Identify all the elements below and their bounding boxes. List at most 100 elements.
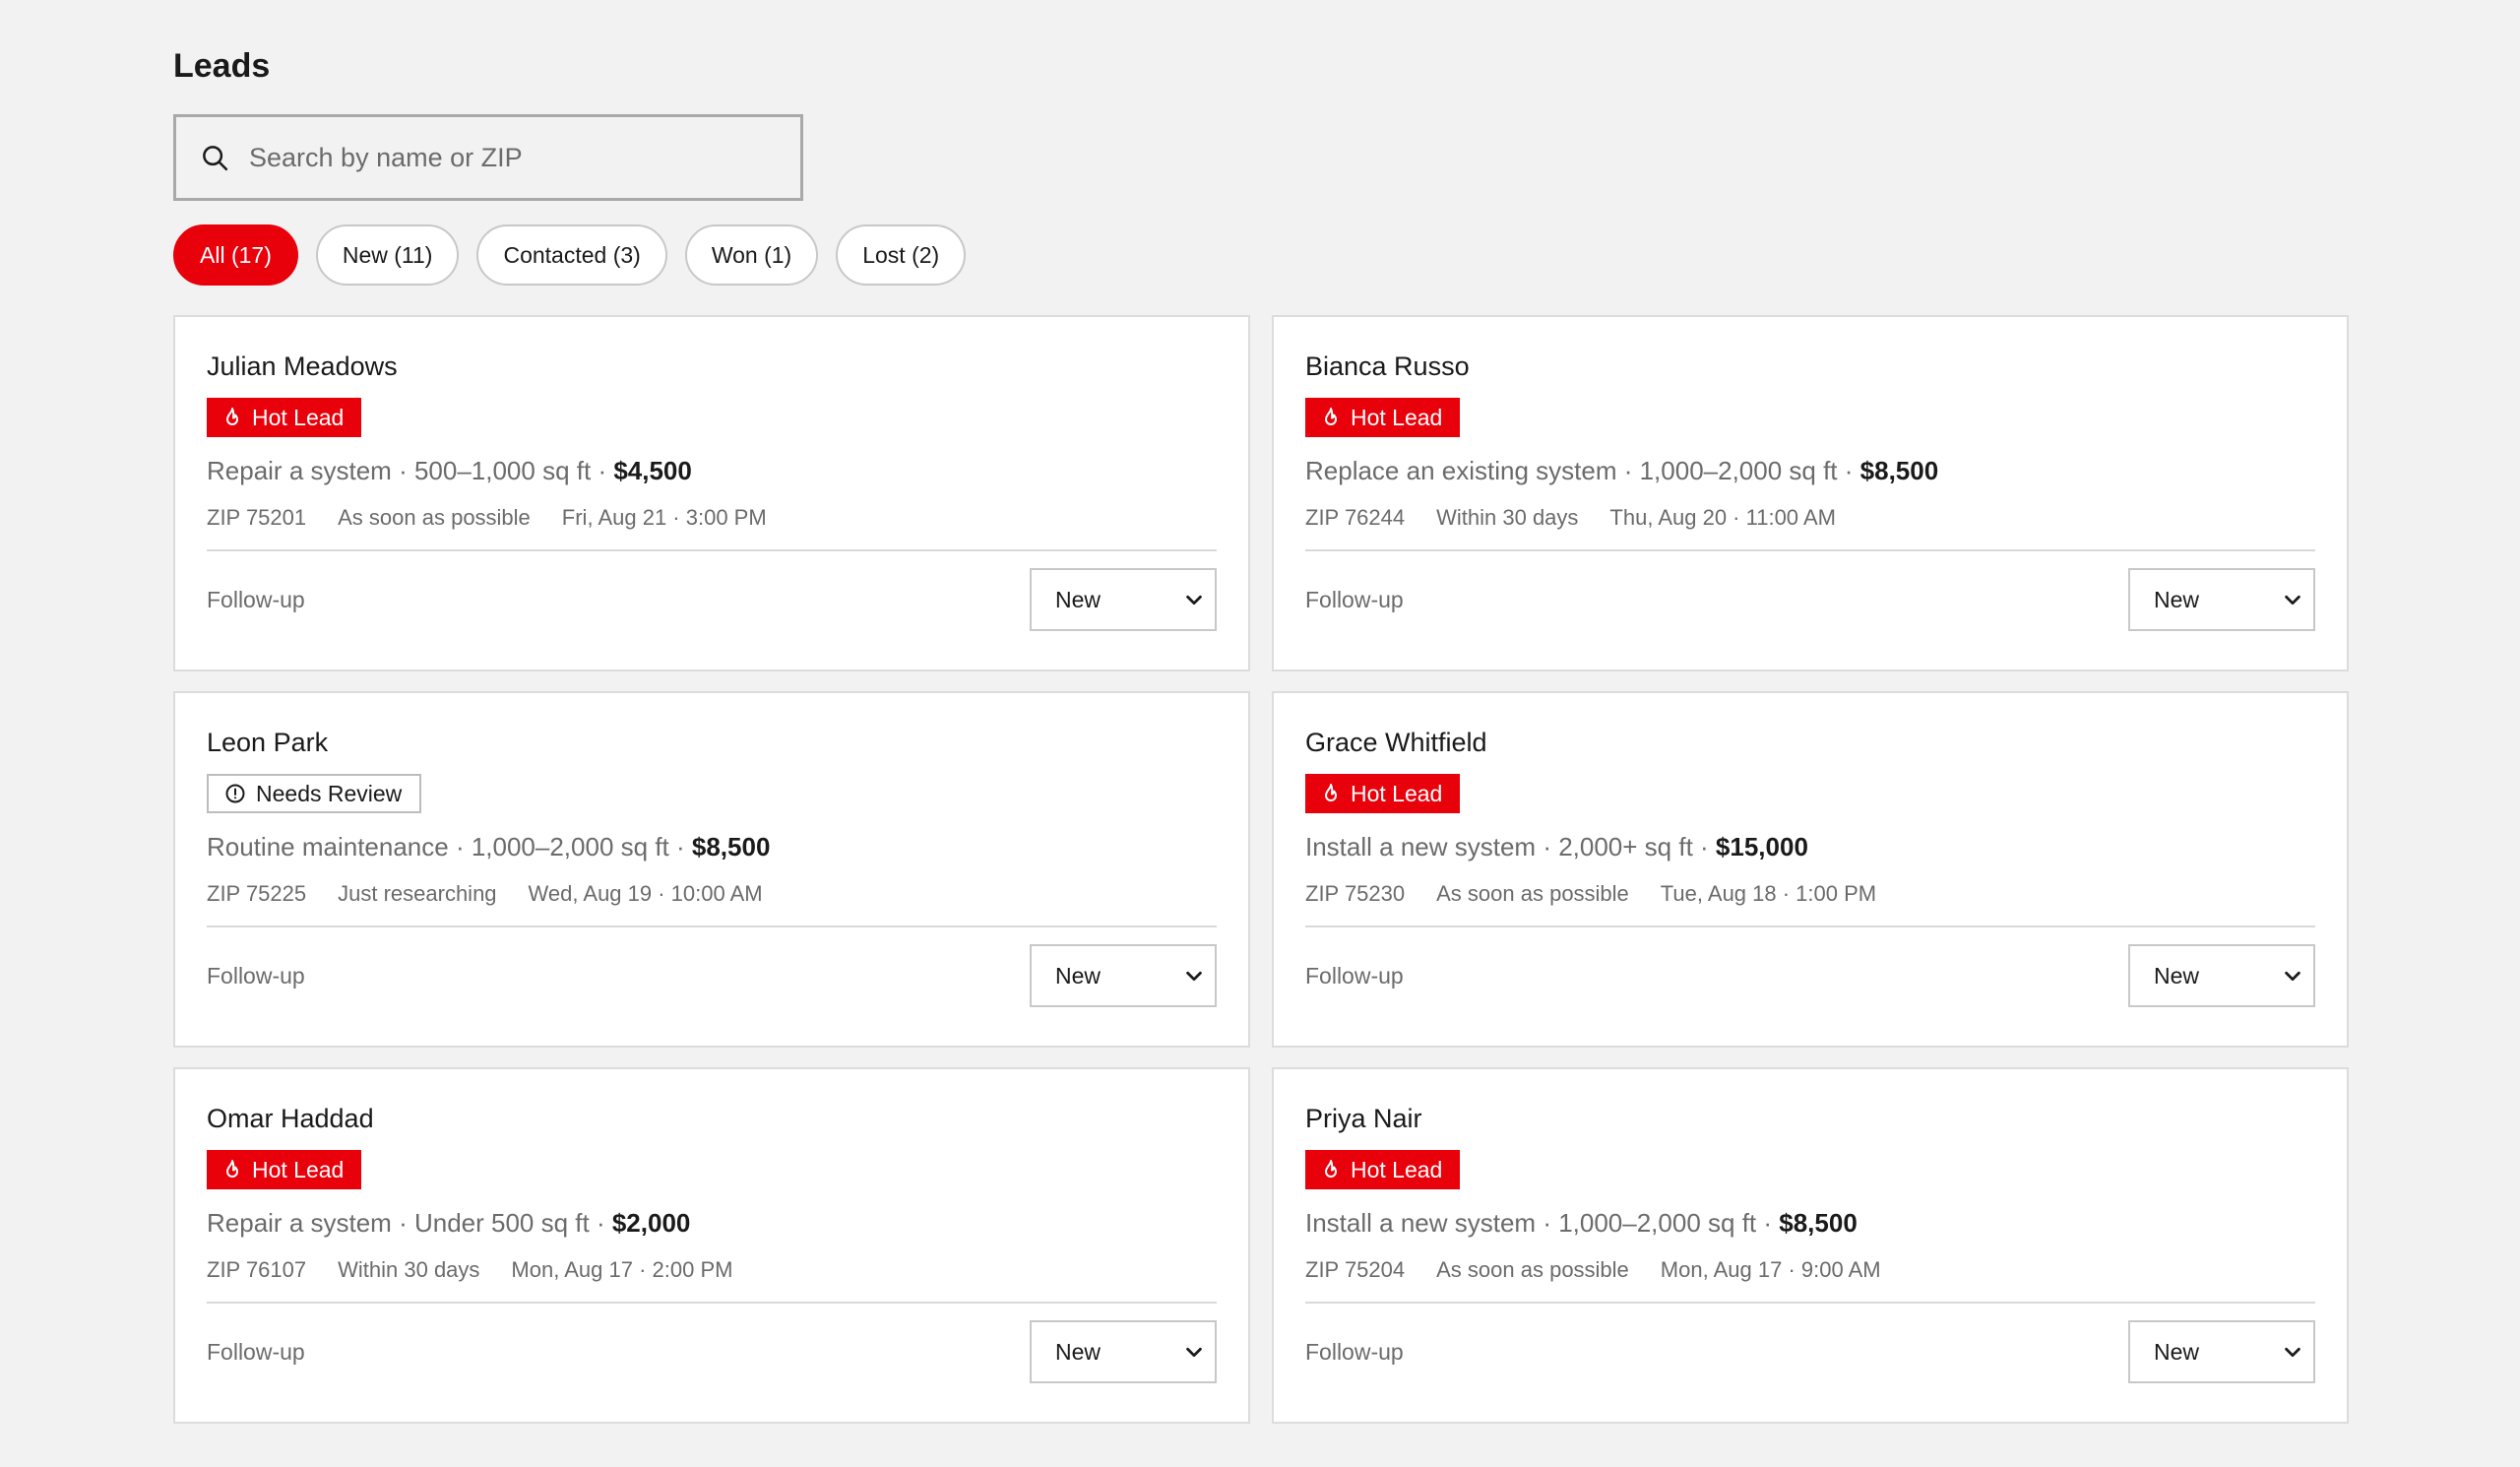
chevron-down-icon [1186,1347,1202,1358]
lead-price: $2,000 [611,1208,691,1238]
lead-date: Fri, Aug 21 · 3:00 PM [561,505,767,530]
followup-label: Follow-up [1305,1338,1404,1365]
lead-badge: Hot Lead [207,1150,362,1189]
followup-label: Follow-up [1305,586,1404,612]
lead-service: Replace an existing system [1305,456,1617,485]
card-footer: Follow-up New [1305,927,2315,1024]
lead-badge-label: Hot Lead [1351,1156,1443,1182]
lead-price: $8,500 [1859,456,1939,485]
lead-zip: ZIP 75204 [1305,1257,1406,1282]
search-icon [203,146,228,171]
lead-name: Julian Meadows [207,351,398,381]
lead-service: Install a new system [1305,1208,1537,1238]
leads-page: Leads All (17) New (11) Contacted (3) Wo… [0,0,2520,1467]
lead-card[interactable]: Julian Meadows Hot Lead Repair a system … [173,315,1250,671]
card-footer: Follow-up New [207,927,1217,1024]
lead-name: Leon Park [207,728,329,757]
filter-chip-lost[interactable]: Lost (2) [836,224,967,286]
chevron-down-icon [2285,1347,2300,1358]
lead-date: Tue, Aug 18 · 1:00 PM [1660,881,1877,906]
lead-name: Grace Whitfield [1305,728,1487,757]
lead-card[interactable]: Leon Park Needs Review Routine maintenan… [173,691,1250,1048]
lead-summary: Repair a system · Under 500 sq ft · $2,0… [207,1208,691,1238]
lead-price: $8,500 [1779,1208,1858,1238]
lead-badge: Hot Lead [1305,774,1461,813]
card-footer: Follow-up New [1305,551,2315,648]
lead-card[interactable]: Bianca Russo Hot Lead Replace an existin… [1272,315,2349,671]
flame-icon [222,1159,242,1180]
card-footer: Follow-up New [1305,1304,2315,1400]
alert-circle-icon [224,783,246,804]
lead-card[interactable]: Omar Haddad Hot Lead Repair a system · U… [173,1067,1250,1424]
search-box[interactable] [173,114,803,201]
followup-label: Follow-up [207,586,305,612]
card-footer: Follow-up New [207,551,1217,648]
lead-card[interactable]: Priya Nair Hot Lead Install a new system… [1272,1067,2349,1424]
chevron-down-icon [1186,595,1202,606]
lead-service: Install a new system [1305,832,1537,861]
lead-badge: Hot Lead [1305,1150,1461,1189]
lead-price: $4,500 [613,456,692,485]
lead-date: Mon, Aug 17 · 9:00 AM [1660,1257,1881,1282]
card-footer: Follow-up New [207,1304,1217,1400]
lead-summary: Repair a system · 500–1,000 sq ft · $4,5… [207,456,692,485]
lead-name: Omar Haddad [207,1104,374,1133]
search-input[interactable] [247,117,777,198]
lead-timeline: Within 30 days [338,1257,480,1282]
lead-timeline: As soon as possible [1436,881,1629,906]
status-select-value: New [2154,586,2200,612]
lead-badge: Hot Lead [1305,398,1461,437]
lead-size: 1,000–2,000 sq ft [471,832,669,861]
status-select[interactable]: New [2128,944,2315,1007]
status-select[interactable]: New [2128,568,2315,631]
lead-summary: Install a new system · 2,000+ sq ft · $1… [1305,832,1808,861]
lead-badge: Hot Lead [207,398,362,437]
followup-label: Follow-up [1305,962,1404,989]
lead-card[interactable]: Grace Whitfield Hot Lead Install a new s… [1272,691,2349,1048]
lead-date: Mon, Aug 17 · 2:00 PM [511,1257,733,1282]
flame-icon [1321,1159,1341,1180]
lead-size: Under 500 sq ft [413,1208,590,1238]
lead-timeline: As soon as possible [338,505,531,530]
status-select[interactable]: New [1030,568,1217,631]
followup-label: Follow-up [207,1338,305,1365]
lead-meta: ZIP 75204 As soon as possible Mon, Aug 1… [1305,1254,2315,1286]
lead-summary: Replace an existing system · 1,000–2,000… [1305,456,1939,485]
lead-timeline: Just researching [338,881,497,906]
lead-meta: ZIP 76244 Within 30 days Thu, Aug 20 · 1… [1305,502,2315,534]
status-select-value: New [1055,586,1102,612]
lead-timeline: As soon as possible [1436,1257,1629,1282]
lead-meta: ZIP 75225 Just researching Wed, Aug 19 ·… [207,878,1217,910]
filter-chip-contacted[interactable]: Contacted (3) [476,224,667,286]
lead-zip: ZIP 76244 [1305,505,1406,530]
lead-badge-label: Hot Lead [1351,404,1443,430]
status-select-value: New [2154,1338,2200,1365]
status-select[interactable]: New [2128,1320,2315,1383]
status-select[interactable]: New [1030,1320,1217,1383]
lead-meta: ZIP 76107 Within 30 days Mon, Aug 17 · 2… [207,1254,1217,1286]
status-select-value: New [1055,962,1102,989]
lead-price: $8,500 [691,832,771,861]
flame-icon [1321,407,1341,428]
leads-grid: Julian Meadows Hot Lead Repair a system … [173,315,2520,1424]
lead-size: 500–1,000 sq ft [413,456,592,485]
lead-badge-label: Hot Lead [252,1156,345,1182]
lead-summary: Install a new system · 1,000–2,000 sq ft… [1305,1208,1858,1238]
lead-date: Wed, Aug 19 · 10:00 AM [528,881,763,906]
lead-badge-label: Hot Lead [1351,780,1443,806]
filter-chip-all[interactable]: All (17) [173,224,298,286]
lead-badge: Needs Review [207,774,422,813]
lead-size: 1,000–2,000 sq ft [1639,456,1838,485]
lead-summary: Routine maintenance · 1,000–2,000 sq ft … [207,832,771,861]
status-select[interactable]: New [1030,944,1217,1007]
lead-timeline: Within 30 days [1436,505,1579,530]
lead-badge-label: Hot Lead [252,404,345,430]
lead-name: Priya Nair [1305,1104,1422,1133]
lead-date: Thu, Aug 20 · 11:00 AM [1609,505,1836,530]
lead-price: $15,000 [1715,832,1808,861]
filter-chip-won[interactable]: Won (1) [684,224,819,286]
chevron-down-icon [2285,971,2300,982]
filter-chip-new[interactable]: New (11) [315,224,460,286]
chevron-down-icon [2285,595,2300,606]
lead-meta: ZIP 75230 As soon as possible Tue, Aug 1… [1305,878,2315,910]
